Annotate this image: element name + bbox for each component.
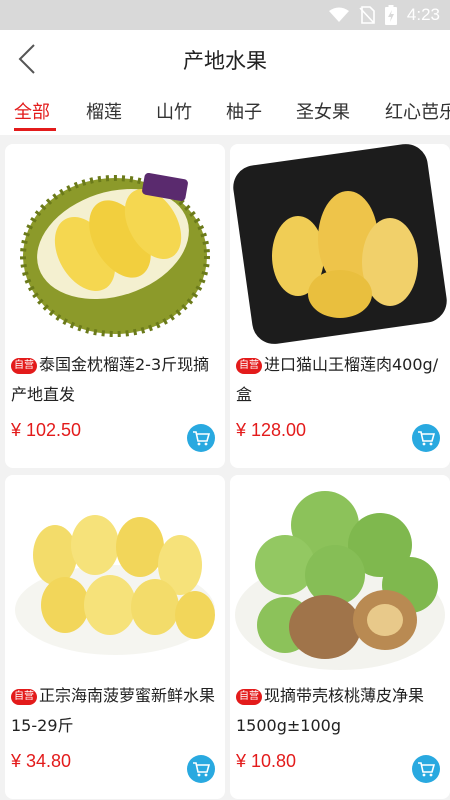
product-image-durian (5, 144, 225, 349)
status-bar: 4:23 (0, 0, 450, 30)
tab-mangosteen[interactable]: 山竹 (156, 98, 192, 124)
product-grid: 自营 泰国金枕榴莲2-3斤现摘产地直发 ¥ 102.50 自营 进口猫山王榴莲肉40… (0, 135, 450, 800)
wifi-icon (328, 7, 349, 22)
page-title: 产地水果 (183, 49, 267, 73)
product-price: ¥ 34.80 (11, 751, 72, 771)
add-to-cart-button[interactable] (412, 755, 440, 783)
product-card[interactable]: 自营 正宗海南菠萝蜜新鲜水果15-29斤 ¥ 34.80 (5, 475, 225, 799)
cart-icon (193, 762, 210, 777)
product-title-text: 正宗海南菠萝蜜新鲜水果15-29斤 (11, 686, 216, 735)
product-card[interactable]: 自营 泰国金枕榴莲2-3斤现摘产地直发 ¥ 102.50 (5, 144, 225, 468)
category-tabs: 全部 榴莲 山竹 柚子 圣女果 红心芭乐 (0, 88, 450, 135)
product-image-jackfruit (5, 475, 225, 680)
self-operated-badge: 自营 (11, 689, 37, 705)
product-card[interactable]: 自营 进口猫山王榴莲肉400g/盒 ¥ 128.00 (230, 144, 450, 468)
product-price: ¥ 128.00 (236, 420, 307, 440)
cart-icon (193, 431, 210, 446)
product-image-durian-flesh (230, 144, 450, 349)
status-icons: 4:23 (328, 0, 440, 30)
active-tab-indicator (14, 128, 56, 131)
add-to-cart-button[interactable] (187, 755, 215, 783)
cart-icon (418, 762, 435, 777)
product-title: 自营 现摘带壳核桃薄皮净果1500g±100g (236, 681, 446, 741)
tab-all[interactable]: 全部 (14, 98, 50, 124)
tab-pomelo[interactable]: 柚子 (226, 98, 262, 124)
add-to-cart-button[interactable] (187, 424, 215, 452)
self-operated-badge: 自营 (236, 358, 262, 374)
product-image-walnuts (230, 475, 450, 680)
product-price: ¥ 10.80 (236, 751, 297, 771)
add-to-cart-button[interactable] (412, 424, 440, 452)
product-title: 自营 进口猫山王榴莲肉400g/盒 (236, 350, 446, 410)
cart-icon (418, 431, 435, 446)
header: 产地水果 (0, 30, 450, 88)
battery-charging-icon (384, 5, 397, 25)
tab-cherry-tomato[interactable]: 圣女果 (296, 98, 350, 124)
product-title: 自营 正宗海南菠萝蜜新鲜水果15-29斤 (11, 681, 221, 741)
product-title-text: 现摘带壳核桃薄皮净果1500g±100g (236, 686, 425, 735)
product-title-text: 进口猫山王榴莲肉400g/盒 (236, 355, 439, 404)
tab-durian[interactable]: 榴莲 (86, 98, 122, 124)
tab-red-guava[interactable]: 红心芭乐 (385, 98, 450, 124)
product-title: 自营 泰国金枕榴莲2-3斤现摘产地直发 (11, 350, 221, 410)
status-time: 4:23 (406, 5, 440, 24)
product-card[interactable]: 自营 现摘带壳核桃薄皮净果1500g±100g ¥ 10.80 (230, 475, 450, 799)
product-title-text: 泰国金枕榴莲2-3斤现摘产地直发 (11, 355, 210, 404)
no-sim-icon (359, 6, 375, 24)
product-price: ¥ 102.50 (11, 420, 82, 440)
self-operated-badge: 自营 (11, 358, 37, 374)
self-operated-badge: 自营 (236, 689, 262, 705)
